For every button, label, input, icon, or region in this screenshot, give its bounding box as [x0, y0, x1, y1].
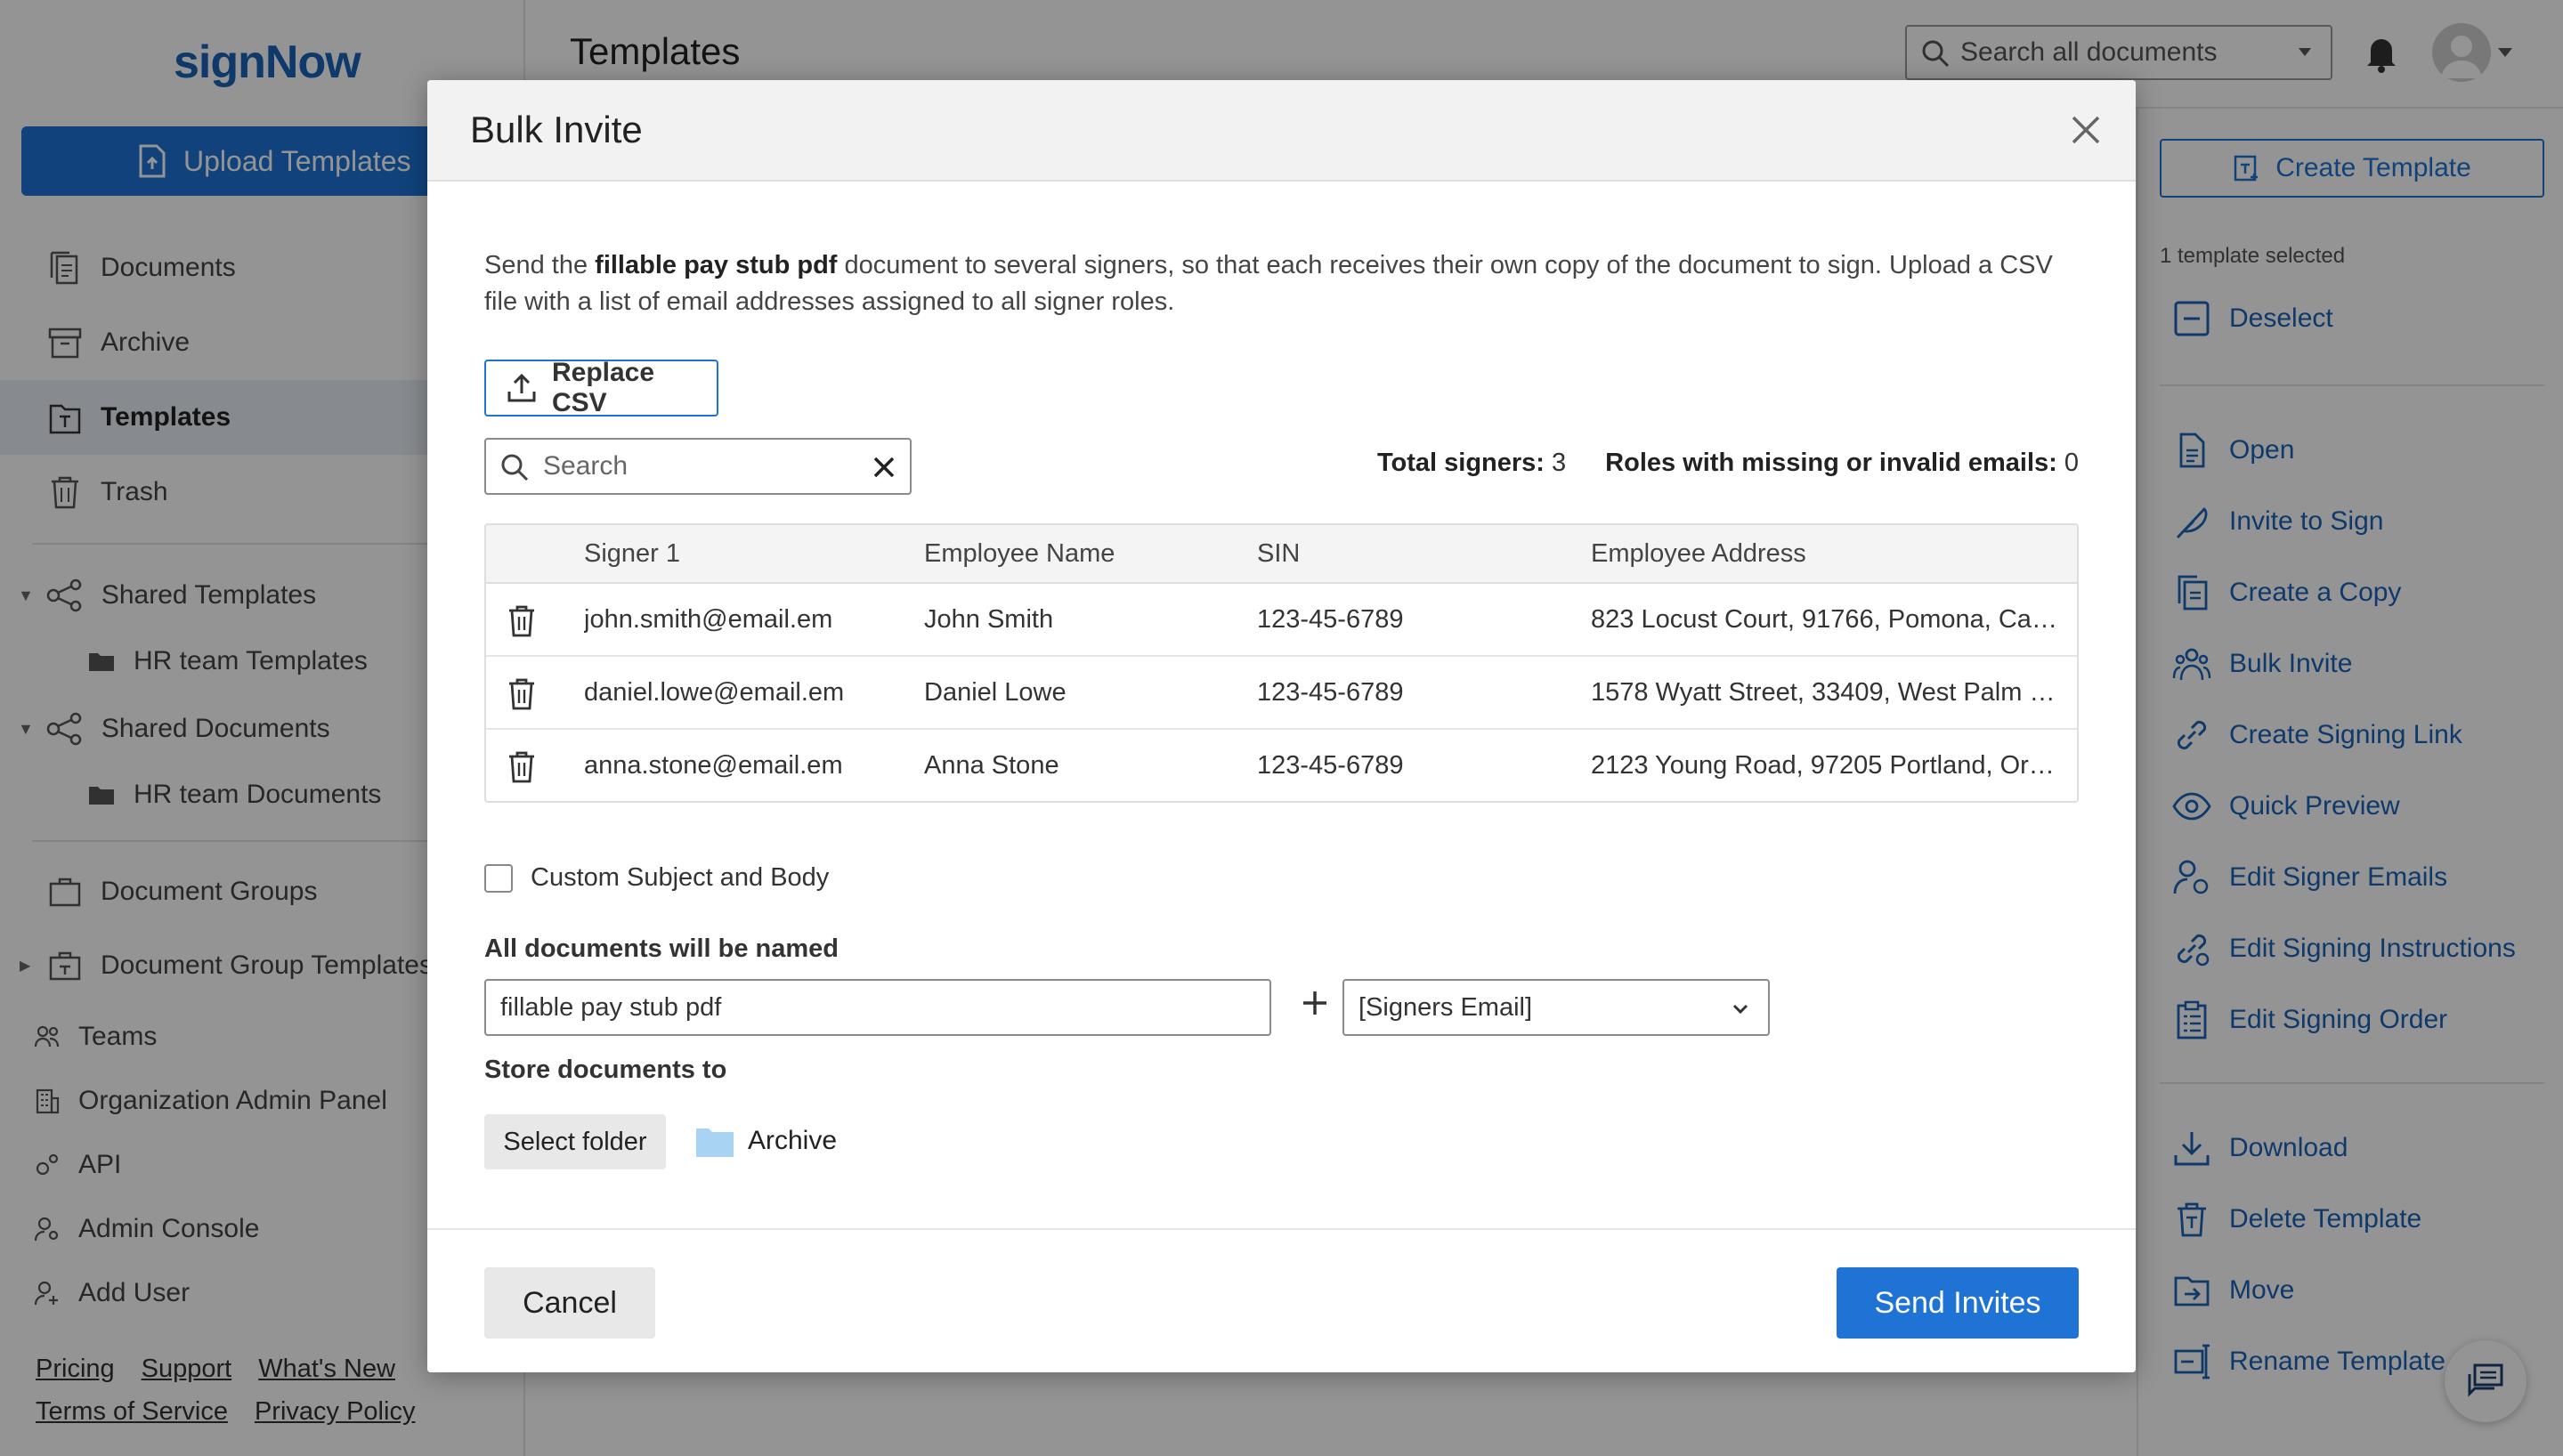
cell-sin: 123-45-6789: [1257, 605, 1404, 634]
cell-employee-name: John Smith: [924, 605, 1054, 634]
name-suffix-select[interactable]: [Signers Email]: [1342, 979, 1770, 1036]
cancel-button[interactable]: Cancel: [484, 1267, 655, 1339]
dialog-header: Bulk Invite: [427, 80, 2136, 182]
dialog-title: Bulk Invite: [470, 109, 643, 150]
store-label: Store documents to: [484, 1056, 727, 1084]
table-row: anna.stone@email.em Anna Stone 123-45-67…: [486, 730, 2077, 801]
send-invites-button[interactable]: Send Invites: [1837, 1267, 2079, 1339]
column-header-employee-address: Employee Address: [1591, 539, 1806, 568]
delete-row-icon[interactable]: [506, 603, 538, 637]
upload-icon: [507, 373, 536, 402]
custom-subject-label: Custom Subject and Body: [531, 863, 830, 892]
cell-employee-name: Daniel Lowe: [924, 678, 1067, 707]
cell-employee-name: Anna Stone: [924, 751, 1059, 780]
missing-emails-label: Roles with missing or invalid emails:: [1605, 449, 2057, 477]
column-header-employee-name: Employee Name: [924, 539, 1115, 568]
delete-row-icon[interactable]: [506, 676, 538, 710]
plus-icon: [1303, 991, 1326, 1015]
document-name: fillable pay stub pdf: [595, 251, 838, 279]
close-icon[interactable]: [2068, 112, 2104, 148]
select-folder-button[interactable]: Select folder: [484, 1114, 666, 1169]
cell-employee-address: 2123 Young Road, 97205 Portland, Oregon: [1591, 751, 2063, 780]
clear-search-icon[interactable]: [872, 456, 896, 479]
folder-icon: [696, 1128, 734, 1157]
custom-subject-option[interactable]: Custom Subject and Body: [484, 863, 829, 893]
table-row: john.smith@email.em John Smith 123-45-67…: [486, 584, 2077, 657]
description-prefix: Send the: [484, 251, 596, 279]
delete-row-icon[interactable]: [506, 749, 538, 783]
naming-label: All documents will be named: [484, 934, 839, 963]
selected-folder-name: Archive: [748, 1126, 838, 1155]
cell-signer-email: john.smith@email.em: [584, 605, 833, 634]
table-header: Signer 1 Employee Name SIN Employee Addr…: [486, 525, 2077, 584]
table-row: daniel.lowe@email.em Daniel Lowe 123-45-…: [486, 657, 2077, 730]
custom-subject-checkbox[interactable]: [484, 863, 513, 893]
search-icon: [501, 454, 529, 481]
selected-folder: Archive: [696, 1125, 837, 1157]
signer-stats: Total signers: 3 Roles with missing or in…: [1377, 449, 2079, 478]
signers-table: Signer 1 Employee Name SIN Employee Addr…: [484, 523, 2079, 803]
cell-employee-address: 823 Locust Court, 91766, Pomona, Califor…: [1591, 605, 2063, 634]
signer-search-field[interactable]: [484, 438, 912, 495]
total-signers-label: Total signers:: [1376, 449, 1545, 477]
name-suffix-value: [Signers Email]: [1359, 993, 1533, 1022]
document-name-input[interactable]: fillable pay stub pdf: [484, 979, 1271, 1036]
missing-emails-value: 0: [2064, 449, 2079, 477]
chevron-down-icon: [1732, 1004, 1748, 1015]
cell-employee-address: 1578 Wyatt Street, 33409, West Palm Beac…: [1591, 678, 2063, 707]
column-header-sin: SIN: [1257, 539, 1301, 568]
cell-signer-email: daniel.lowe@email.em: [584, 678, 845, 707]
cell-signer-email: anna.stone@email.em: [584, 751, 843, 780]
total-signers-value: 3: [1552, 449, 1567, 477]
cell-sin: 123-45-6789: [1257, 751, 1404, 780]
replace-csv-label: Replace CSV: [551, 358, 655, 417]
dialog-description: Send the fillable pay stub pdf document …: [484, 247, 2069, 320]
cell-sin: 123-45-6789: [1257, 678, 1404, 707]
bulk-invite-dialog: Bulk Invite Send the fillable pay stub p…: [427, 80, 2136, 1372]
replace-csv-button[interactable]: Replace CSV: [484, 358, 718, 417]
dialog-footer: Cancel Send Invites: [427, 1228, 2136, 1372]
signer-search-input[interactable]: [543, 447, 846, 486]
column-header-signer: Signer 1: [584, 539, 681, 568]
